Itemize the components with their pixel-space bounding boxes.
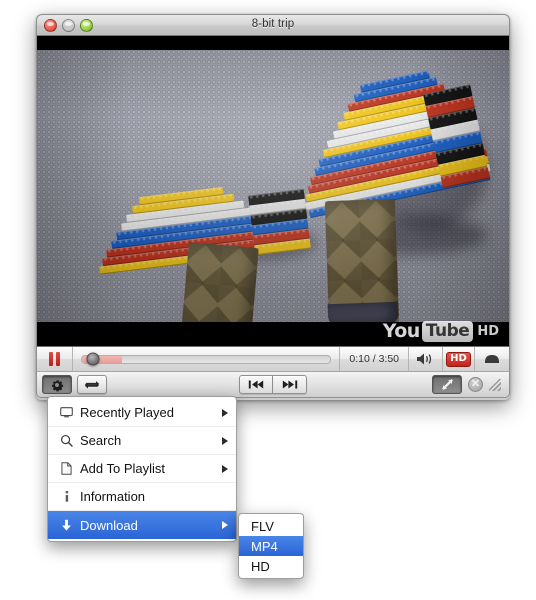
submenu-item-flv[interactable]: FLV [239,516,303,536]
youtube-hd-watermark: You Tube HD [383,320,499,342]
menu-item-label: Recently Played [80,405,174,420]
menu-item-label: Search [80,433,122,448]
pause-icon [49,352,60,366]
download-format-submenu: FLV MP4 HD [238,513,304,579]
track-navigation-group [239,375,307,394]
video-player-window: 8-bit trip You Tube HD 0:10 / 3:50 HD ✕ [36,14,510,400]
menu-item-download[interactable]: Download [48,511,236,539]
toolbar-right-group: ✕ [427,375,501,394]
menu-item-add-to-playlist[interactable]: Add To Playlist [48,455,236,483]
seek-track[interactable] [81,352,332,366]
eject-button[interactable] [475,347,509,371]
menu-item-search[interactable]: Search [48,427,236,455]
seek-handle[interactable] [86,352,100,366]
gear-icon [52,379,64,391]
submenu-item-hd[interactable]: HD [239,556,303,576]
settings-context-menu: Recently Played Search Add To Playlist I… [47,396,237,542]
chevron-right-icon [222,436,228,445]
next-track-button[interactable] [273,375,307,394]
screen: 8-bit trip You Tube HD 0:10 / 3:50 HD ✕ … [0,0,536,600]
time-display: 0:10 / 3:50 [340,347,409,371]
player-toolbar: ✕ [36,372,510,398]
settings-gear-button[interactable] [42,375,72,394]
menu-item-information[interactable]: Information [48,483,236,511]
fullscreen-resize-button[interactable] [432,375,462,394]
speaker-icon [416,353,431,365]
hd-toggle-button[interactable]: HD [443,347,475,371]
youtube-hd-text: HD [477,323,499,339]
youtube-tube-text: Tube [421,320,474,342]
chevron-right-icon [222,521,228,529]
download-icon [58,519,75,532]
video-viewport[interactable]: You Tube HD [36,36,510,346]
loop-button[interactable] [77,375,107,394]
player-close-button[interactable]: ✕ [468,377,483,392]
chevron-right-icon [222,408,228,417]
search-icon [58,434,75,447]
monitor-icon [58,407,75,418]
pause-button[interactable] [37,347,73,371]
loop-icon [84,381,100,389]
hd-badge: HD [446,351,471,367]
volume-button[interactable] [409,347,443,371]
chevron-right-icon [222,464,228,473]
submenu-item-mp4[interactable]: MP4 [239,536,303,556]
window-titlebar[interactable]: 8-bit trip [36,14,510,36]
window-title: 8-bit trip [251,18,295,30]
window-resize-grip[interactable] [489,378,501,391]
next-track-icon [282,380,297,389]
playback-control-bar: 0:10 / 3:50 HD [36,346,510,372]
previous-track-button[interactable] [239,375,273,394]
menu-item-label: Download [80,517,138,533]
seek-bar[interactable] [73,347,341,371]
video-image [37,50,509,322]
youtube-you-text: You [382,320,421,342]
video-vignette [37,50,509,322]
resize-diagonal-icon [441,379,453,390]
eject-icon [484,355,500,363]
document-icon [58,462,75,475]
menu-item-recently-played[interactable]: Recently Played [48,399,236,427]
menu-item-label: Add To Playlist [80,461,166,476]
menu-item-label: Information [80,489,146,504]
previous-track-icon [248,380,264,389]
info-icon [58,490,75,503]
